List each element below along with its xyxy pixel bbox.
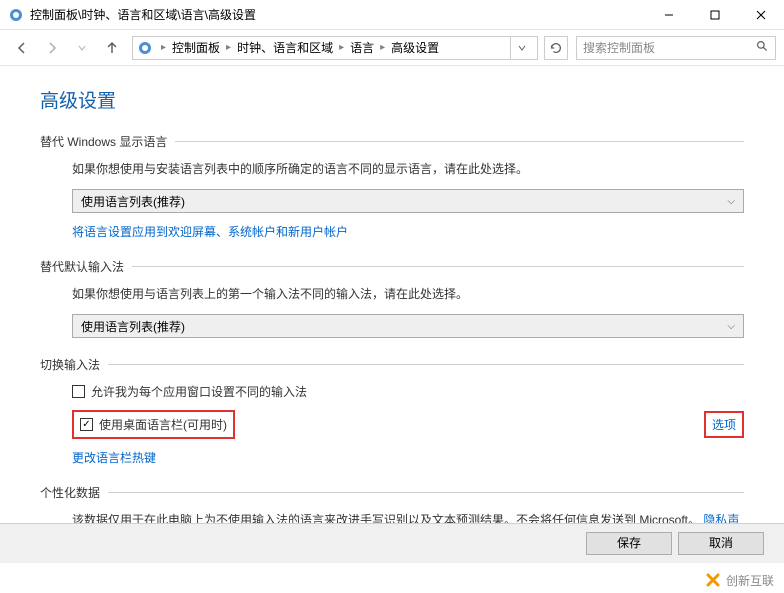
content-area: 高级设置 替代 Windows 显示语言 如果你想使用与安装语言列表中的顺序所确… bbox=[0, 66, 784, 549]
section-title: 替代默认输入法 bbox=[40, 258, 124, 275]
select-value: 使用语言列表(推荐) bbox=[81, 318, 185, 335]
section-description: 如果你想使用与语言列表上的第一个输入法不同的输入法，请在此处选择。 bbox=[72, 285, 744, 304]
apply-to-accounts-link[interactable]: 将语言设置应用到欢迎屏幕、系统帐户和新用户帐户 bbox=[72, 223, 744, 240]
section-description: 如果你想使用与安装语言列表中的顺序所确定的语言不同的显示语言，请在此处选择。 bbox=[72, 160, 744, 179]
search-icon bbox=[756, 40, 769, 56]
maximize-button[interactable] bbox=[692, 0, 738, 30]
titlebar: 控制面板\时钟、语言和区域\语言\高级设置 bbox=[0, 0, 784, 30]
chevron-down-icon: ⌵ bbox=[727, 321, 735, 332]
highlighted-checkbox: 使用桌面语言栏(可用时) bbox=[72, 410, 235, 439]
checkbox-label: 允许我为每个应用窗口设置不同的输入法 bbox=[91, 383, 307, 400]
search-placeholder: 搜索控制面板 bbox=[583, 39, 655, 56]
breadcrumb-item[interactable]: 高级设置 bbox=[389, 39, 441, 56]
checkbox-per-app-input[interactable]: 允许我为每个应用窗口设置不同的输入法 bbox=[72, 383, 744, 400]
select-value: 使用语言列表(推荐) bbox=[81, 193, 185, 210]
back-button[interactable] bbox=[8, 34, 36, 62]
breadcrumb-item[interactable]: 语言 bbox=[348, 39, 376, 56]
save-button[interactable]: 保存 bbox=[586, 532, 672, 555]
section-switch-input: 切换输入法 允许我为每个应用窗口设置不同的输入法 使用桌面语言栏(可用时) 选项… bbox=[40, 356, 744, 466]
watermark: 创新互联 bbox=[704, 571, 774, 589]
divider bbox=[132, 266, 744, 267]
divider bbox=[175, 141, 744, 142]
breadcrumb-dropdown[interactable] bbox=[510, 37, 533, 59]
divider bbox=[108, 364, 744, 365]
change-hotkeys-link[interactable]: 更改语言栏热键 bbox=[72, 449, 744, 466]
chevron-right-icon: ▸ bbox=[222, 42, 235, 53]
refresh-button[interactable] bbox=[544, 36, 568, 60]
chevron-right-icon: ▸ bbox=[157, 42, 170, 53]
forward-button[interactable] bbox=[38, 34, 66, 62]
section-default-input: 替代默认输入法 如果你想使用与语言列表上的第一个输入法不同的输入法，请在此处选择… bbox=[40, 258, 744, 338]
up-button[interactable] bbox=[98, 34, 126, 62]
page-title: 高级设置 bbox=[40, 86, 744, 113]
section-title: 替代 Windows 显示语言 bbox=[40, 133, 167, 150]
checkbox-icon bbox=[72, 385, 85, 398]
breadcrumb-item[interactable]: 时钟、语言和区域 bbox=[235, 39, 335, 56]
section-display-language: 替代 Windows 显示语言 如果你想使用与安装语言列表中的顺序所确定的语言不… bbox=[40, 133, 744, 240]
close-button[interactable] bbox=[738, 0, 784, 30]
section-title: 个性化数据 bbox=[40, 484, 100, 501]
recent-dropdown[interactable] bbox=[68, 34, 96, 62]
display-language-select[interactable]: 使用语言列表(推荐) ⌵ bbox=[72, 189, 744, 213]
section-title: 切换输入法 bbox=[40, 356, 100, 373]
minimize-button[interactable] bbox=[646, 0, 692, 30]
button-bar: 保存 取消 bbox=[0, 523, 784, 563]
checkbox-icon bbox=[80, 418, 93, 431]
watermark-logo-icon bbox=[704, 571, 722, 589]
breadcrumb[interactable]: ▸ 控制面板 ▸ 时钟、语言和区域 ▸ 语言 ▸ 高级设置 bbox=[132, 36, 538, 60]
breadcrumb-item[interactable]: 控制面板 bbox=[170, 39, 222, 56]
window-title: 控制面板\时钟、语言和区域\语言\高级设置 bbox=[30, 6, 256, 23]
window-controls bbox=[646, 0, 784, 30]
options-link[interactable]: 选项 bbox=[704, 411, 744, 438]
chevron-right-icon: ▸ bbox=[335, 42, 348, 53]
watermark-text: 创新互联 bbox=[726, 572, 774, 589]
cancel-button[interactable]: 取消 bbox=[678, 532, 764, 555]
checkbox-label: 使用桌面语言栏(可用时) bbox=[99, 416, 227, 433]
chevron-down-icon: ⌵ bbox=[727, 196, 735, 207]
chevron-right-icon: ▸ bbox=[376, 42, 389, 53]
breadcrumb-icon bbox=[137, 40, 153, 56]
search-input[interactable]: 搜索控制面板 bbox=[576, 36, 776, 60]
default-input-select[interactable]: 使用语言列表(推荐) ⌵ bbox=[72, 314, 744, 338]
checkbox-desktop-langbar[interactable]: 使用桌面语言栏(可用时) bbox=[80, 416, 227, 433]
window-icon bbox=[8, 7, 24, 23]
nav-toolbar: ▸ 控制面板 ▸ 时钟、语言和区域 ▸ 语言 ▸ 高级设置 搜索控制面板 bbox=[0, 30, 784, 66]
divider bbox=[108, 492, 744, 493]
